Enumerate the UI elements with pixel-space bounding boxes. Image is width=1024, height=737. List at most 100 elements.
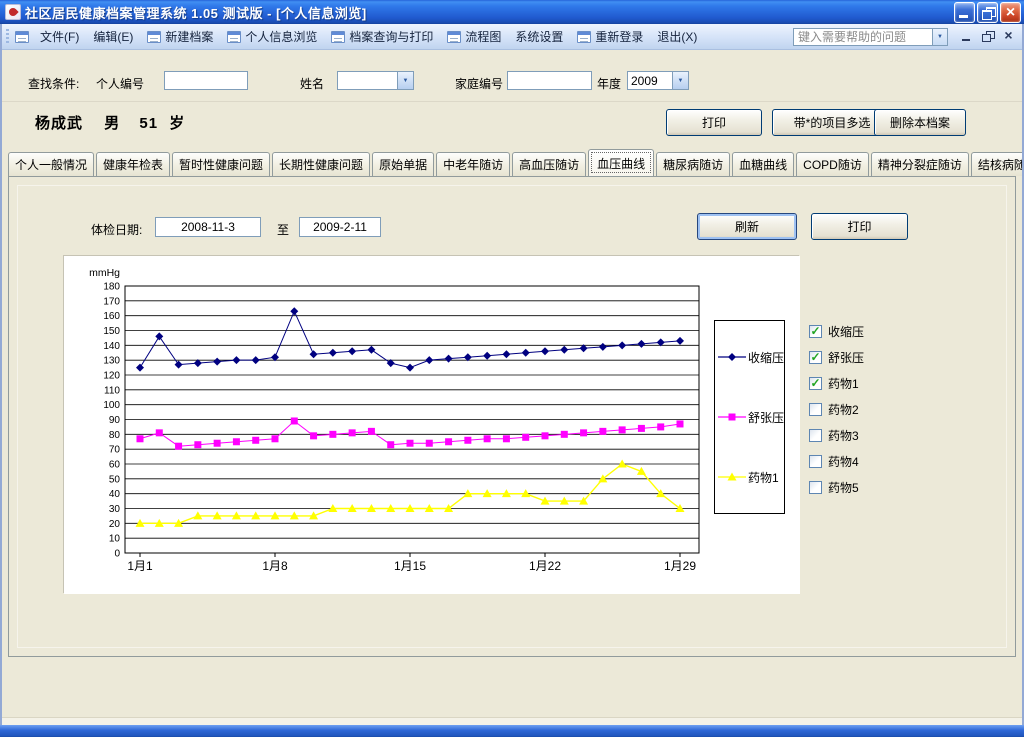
checkbox-label: 药物5 xyxy=(828,479,859,496)
tab-8[interactable]: 糖尿病随访 xyxy=(656,152,730,176)
name-dropdown-arrow-icon[interactable] xyxy=(397,72,413,89)
series-checkbox-column: ✓收缩压✓舒张压✓药物1药物2药物3药物4药物5 xyxy=(809,323,864,505)
help-search-input[interactable] xyxy=(793,28,933,46)
series-checkbox-row-4: 药物3 xyxy=(809,427,864,443)
to-label: 至 xyxy=(277,221,289,238)
year-dropdown-arrow-icon[interactable] xyxy=(672,72,688,89)
name-input[interactable] xyxy=(338,72,397,89)
svg-text:20: 20 xyxy=(109,519,121,530)
svg-text:90: 90 xyxy=(109,415,121,426)
checkbox[interactable] xyxy=(809,429,822,442)
tab-7[interactable]: 血压曲线 xyxy=(588,149,654,176)
checkbox-checked[interactable]: ✓ xyxy=(809,377,822,390)
checkbox[interactable] xyxy=(809,481,822,494)
legend-label: 收缩压 xyxy=(748,349,784,366)
menu-item-7[interactable]: 重新登录 xyxy=(570,26,650,48)
criteria-label: 查找条件: xyxy=(28,75,79,92)
svg-text:170: 170 xyxy=(103,296,120,307)
exam-date-label: 体检日期: xyxy=(91,221,142,238)
delete-record-button[interactable]: 删除本档案 xyxy=(874,109,966,136)
tab-2[interactable]: 暂时性健康问题 xyxy=(172,152,270,176)
menu-item-1[interactable]: 编辑(E) xyxy=(86,26,140,48)
bp-chart: 0102030405060708090100110120130140150160… xyxy=(63,255,799,593)
toolbar-grip[interactable] xyxy=(6,29,9,45)
svg-text:1月29: 1月29 xyxy=(664,559,696,573)
personal-id-label: 个人编号 xyxy=(96,75,144,92)
menu-item-label: 个人信息浏览 xyxy=(245,28,317,45)
tab-10[interactable]: COPD随访 xyxy=(796,152,869,176)
close-button[interactable] xyxy=(1000,2,1021,23)
divider xyxy=(0,101,1024,102)
svg-text:70: 70 xyxy=(109,445,121,456)
year-value[interactable] xyxy=(628,72,672,89)
svg-text:1月15: 1月15 xyxy=(394,559,426,573)
checkbox-checked[interactable]: ✓ xyxy=(809,351,822,364)
checkbox-label: 药物3 xyxy=(828,427,859,444)
year-combobox[interactable] xyxy=(627,71,689,90)
svg-text:60: 60 xyxy=(109,460,121,471)
form-icon xyxy=(15,31,29,43)
restore-button[interactable] xyxy=(977,2,998,23)
svg-text:130: 130 xyxy=(103,356,120,367)
mdi-restore-button[interactable] xyxy=(981,30,994,43)
menu-item-0[interactable]: 文件(F) xyxy=(33,26,86,48)
name-label: 姓名 xyxy=(300,75,324,92)
menu-item-8[interactable]: 退出(X) xyxy=(650,26,704,48)
svg-text:120: 120 xyxy=(103,371,120,382)
legend-label: 舒张压 xyxy=(748,409,784,426)
form-icon xyxy=(447,31,461,43)
tab-6[interactable]: 高血压随访 xyxy=(512,152,586,176)
svg-text:180: 180 xyxy=(103,282,120,293)
menu-item-3[interactable]: 个人信息浏览 xyxy=(220,26,324,48)
series-checkbox-row-3: 药物2 xyxy=(809,401,864,417)
svg-text:30: 30 xyxy=(109,504,121,515)
form-icon xyxy=(577,31,591,43)
series-checkbox-row-0: ✓收缩压 xyxy=(809,323,864,339)
print-record-button[interactable]: 打印 xyxy=(666,109,762,136)
minimize-button[interactable] xyxy=(954,2,975,23)
menu-bar: 文件(F) 编辑(E)新建档案 个人信息浏览档案查询与打印流程图系统设置重新登录退出… xyxy=(0,24,1024,50)
svg-text:150: 150 xyxy=(103,326,120,337)
svg-text:0: 0 xyxy=(114,549,120,560)
series-checkbox-row-2: ✓ 药物1 xyxy=(809,375,864,391)
checkbox-label: 药物1 xyxy=(828,375,859,392)
status-strip xyxy=(0,717,1024,725)
print-chart-button[interactable]: 打印 xyxy=(811,213,908,240)
personal-id-input[interactable] xyxy=(164,71,248,90)
checkbox[interactable] xyxy=(809,455,822,468)
checkbox-checked[interactable]: ✓ xyxy=(809,325,822,338)
svg-text:80: 80 xyxy=(109,430,121,441)
mdi-minimize-button[interactable] xyxy=(960,30,973,43)
tab-11[interactable]: 精神分裂症随访 xyxy=(871,152,969,176)
date-from-input[interactable] xyxy=(155,217,261,237)
menu-item-2[interactable]: 新建档案 xyxy=(140,26,220,48)
tab-9[interactable]: 血糖曲线 xyxy=(732,152,794,176)
svg-text:140: 140 xyxy=(103,341,120,352)
patient-info: 杨成武 男 51 岁 xyxy=(35,112,185,133)
svg-text:1月8: 1月8 xyxy=(262,559,288,573)
svg-text:160: 160 xyxy=(103,311,120,322)
tab-12[interactable]: 结核病随访 xyxy=(971,152,1024,176)
refresh-button[interactable]: 刷新 xyxy=(697,213,797,240)
menu-item-5[interactable]: 流程图 xyxy=(440,26,508,48)
help-dropdown-arrow-icon[interactable] xyxy=(933,28,948,46)
svg-text:1月22: 1月22 xyxy=(529,559,561,573)
mdi-close-button[interactable] xyxy=(1002,30,1015,43)
checkbox[interactable] xyxy=(809,403,822,416)
menu-item-6[interactable]: 系统设置 xyxy=(508,26,570,48)
date-to-input[interactable] xyxy=(299,217,381,237)
tab-4[interactable]: 原始单据 xyxy=(372,152,434,176)
tab-0[interactable]: 个人一般情况 xyxy=(8,152,94,176)
menu-item-4[interactable]: 档案查询与打印 xyxy=(324,26,440,48)
menu-item-label: 文件(F) xyxy=(40,28,79,45)
app-window: 社区居民健康档案管理系统 1.05 测试版 - [个人信息浏览] 文件(F)编辑… xyxy=(0,0,1024,737)
svg-text:110: 110 xyxy=(104,385,120,396)
family-id-input[interactable] xyxy=(507,71,592,90)
form-icon xyxy=(227,31,241,43)
tab-1[interactable]: 健康年检表 xyxy=(96,152,170,176)
tab-5[interactable]: 中老年随访 xyxy=(436,152,510,176)
patient-age: 51 xyxy=(139,115,158,132)
series-checkbox-row-1: ✓舒张压 xyxy=(809,349,864,365)
name-combobox[interactable] xyxy=(337,71,414,90)
tab-3[interactable]: 长期性健康问题 xyxy=(272,152,370,176)
